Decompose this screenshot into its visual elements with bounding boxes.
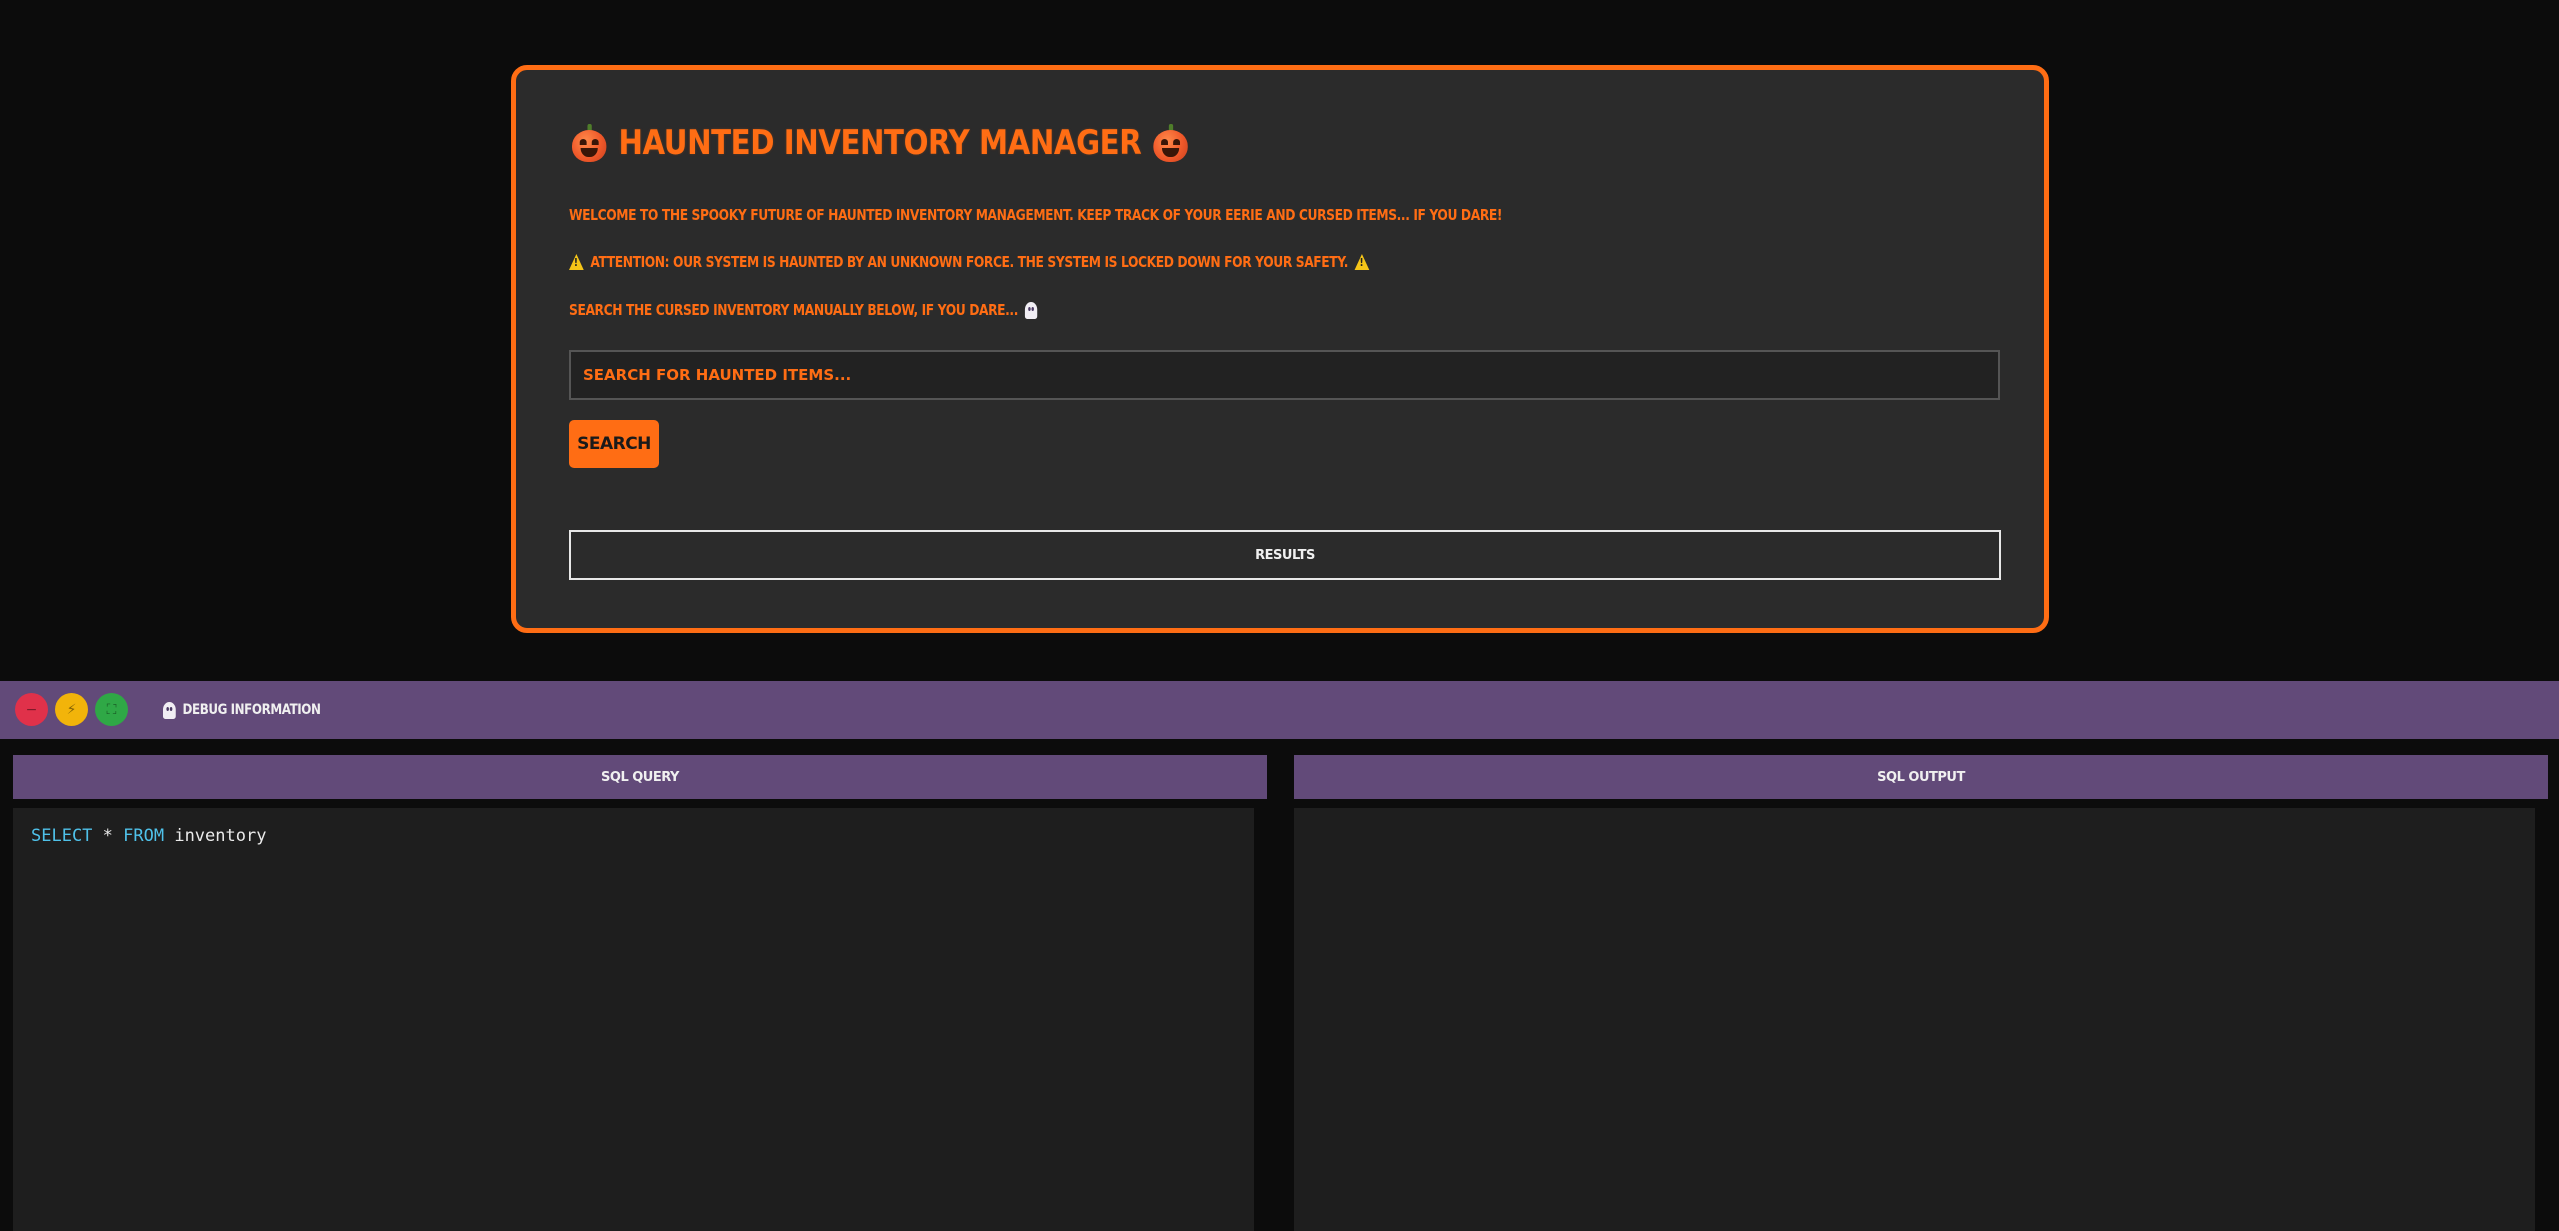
sql-table-name: inventory — [164, 826, 267, 846]
warning-text: Attention: Our system is haunted by an u… — [590, 253, 1348, 271]
welcome-text: Welcome to the spooky future of haunted … — [569, 206, 1503, 224]
sql-keyword: SELECT — [31, 826, 93, 846]
sql-keyword: FROM — [123, 826, 165, 846]
warning-icon — [569, 254, 584, 270]
expand-icon: ⛶ — [106, 701, 117, 718]
sql-output-header-text: SQL Output — [1877, 769, 1965, 785]
minimize-button[interactable]: ⚡ — [55, 693, 88, 726]
ghost-icon — [163, 701, 176, 719]
results-label: Results — [1255, 547, 1315, 563]
sql-output-header: SQL Output — [1294, 755, 2548, 799]
sql-output-panel — [1294, 808, 2535, 1231]
debug-title-text: Debug Information — [182, 702, 321, 718]
search-button[interactable]: Search — [569, 420, 659, 468]
sql-query-header-text: SQL Query — [601, 769, 679, 785]
sql-operator: * — [92, 826, 124, 846]
pumpkin-icon — [572, 124, 607, 162]
search-input[interactable] — [569, 350, 2000, 400]
maximize-button[interactable]: ⛶ — [95, 693, 128, 726]
sql-query-header: SQL Query — [13, 755, 1267, 799]
search-prompt-text: Search the cursed inventory manually bel… — [569, 301, 1018, 319]
warning-icon — [1354, 254, 1370, 270]
lightning-icon: ⚡ — [66, 701, 77, 718]
sql-query-code: SELECT * FROM inventory — [31, 826, 266, 846]
close-button[interactable]: − — [15, 693, 48, 726]
ghost-icon — [1024, 301, 1037, 319]
debug-title: Debug Information — [163, 681, 321, 739]
sql-query-panel: SELECT * FROM inventory — [13, 808, 1254, 1231]
search-prompt: Search the cursed inventory manually bel… — [569, 301, 1037, 319]
page-title-text: Haunted Inventory Manager — [618, 123, 1142, 163]
warning-message: Attention: Our system is haunted by an u… — [569, 253, 1370, 271]
debug-title-bar: − ⚡ ⛶ Debug Information — [0, 681, 2559, 739]
page-title: Haunted Inventory Manager — [572, 120, 1188, 166]
results-box: Results — [569, 530, 2001, 580]
pumpkin-icon — [1153, 124, 1188, 162]
close-icon: − — [25, 701, 38, 718]
inventory-card: Haunted Inventory Manager Welcome to the… — [511, 65, 2049, 633]
